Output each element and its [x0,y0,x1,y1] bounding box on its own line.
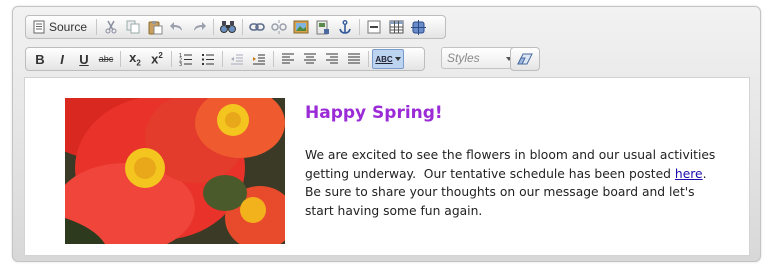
special-char-button[interactable] [407,17,429,37]
styles-placeholder: Styles [447,51,480,65]
bold-button[interactable]: B [29,49,51,69]
align-center-icon [304,53,316,64]
toolbar-separator [120,51,121,67]
strikethrough-label: abc [98,54,114,64]
align-right-icon [326,53,338,64]
toolbar-separator [242,19,243,35]
copy-icon [126,20,140,34]
bulleted-list-button[interactable] [197,49,219,69]
italic-button[interactable]: I [51,49,73,69]
redo-button[interactable] [188,17,210,37]
anchor-button[interactable] [334,17,356,37]
link-button[interactable] [246,17,268,37]
paragraph-line: start having some fun again. [305,203,483,218]
redo-icon [194,22,206,31]
align-left-icon [282,53,294,64]
paste-button[interactable] [144,17,166,37]
undo-button[interactable] [166,17,188,37]
cut-icon [105,20,117,34]
bold-label: B [35,51,45,67]
align-left-button[interactable] [277,49,299,69]
toolbar-row-1: Source [25,15,446,39]
justify-icon [348,53,360,64]
align-center-button[interactable] [299,49,321,69]
flowers-image[interactable] [65,98,285,244]
table-button[interactable] [385,17,407,37]
undo-icon [170,22,182,31]
decrease-indent-icon [231,54,243,65]
increase-indent-icon [253,54,265,65]
superscript-button[interactable]: x2 [146,49,168,69]
paragraph-line: We are excited to see the flowers in blo… [305,148,716,162]
paste-icon [148,20,162,34]
source-button[interactable]: Source [29,17,93,37]
eraser-icon [517,53,533,65]
toolbar-separator [222,51,223,67]
horizontal-rule-button[interactable] [363,17,385,37]
increase-indent-button[interactable] [248,49,270,69]
paragraph-line: getting underway. Our tentative schedule… [305,165,735,184]
flash-icon [316,20,329,34]
find-icon [220,21,236,33]
justify-button[interactable] [343,49,365,69]
body-paragraph: We are excited to see the flowers in blo… [305,146,735,220]
subscript-label: x2 [129,50,141,68]
image-icon [293,20,309,34]
editing-area[interactable]: Happy Spring! We are excited to see the … [24,77,750,256]
underline-button[interactable]: U [73,49,95,69]
flower-photo [65,98,285,244]
source-document-icon [33,20,45,34]
link-trailing: . [702,166,707,181]
unlink-button[interactable] [268,17,290,37]
subscript-button[interactable]: x2 [124,49,146,69]
toolbar-separator [273,51,274,67]
underline-label: U [79,51,89,67]
copy-button[interactable] [122,17,144,37]
horizontal-rule-icon [367,20,381,34]
subscript-mark: 2 [136,58,141,68]
remove-format-button[interactable] [514,49,536,69]
toolbar-row-2-extra [510,47,540,71]
svg-text:3: 3 [179,62,182,66]
italic-label: I [60,51,64,67]
toolbar-separator [96,19,97,35]
align-right-button[interactable] [321,49,343,69]
superscript-mark: 2 [158,51,163,61]
styles-dropdown[interactable]: Styles [441,47,519,69]
headline: Happy Spring! [305,103,443,123]
link-icon [249,23,265,31]
superscript-label: x2 [151,51,163,66]
strikethrough-button[interactable]: abc [95,49,117,69]
flash-button[interactable] [312,17,334,37]
special-char-icon [410,19,426,35]
table-icon [389,20,403,34]
paragraph-line-text: getting underway. Our tentative schedule… [305,166,675,181]
toolbar-separator [359,19,360,35]
spellcheck-button[interactable]: ABC [372,49,404,69]
anchor-icon [339,19,351,34]
numbered-list-icon: 1 2 3 [179,53,192,66]
toolbar-row-2: B I U abc x2 x2 1 2 3 ABC [25,47,425,71]
spellcheck-label: ABC [375,54,393,64]
source-label: Source [49,20,88,34]
chevron-down-icon [394,57,401,61]
decrease-indent-button[interactable] [226,49,248,69]
schedule-link[interactable]: here [675,167,703,181]
rich-text-editor: Source B I U abc x2 x2 1 2 3 ABC Styles … [12,6,761,262]
bulleted-list-icon [202,54,214,65]
paragraph-line: Be sure to share your thoughts on our me… [305,185,695,199]
cut-button[interactable] [100,17,122,37]
numbered-list-button[interactable]: 1 2 3 [175,49,197,69]
unlink-icon [271,20,287,34]
image-button[interactable] [290,17,312,37]
find-button[interactable] [217,17,239,37]
toolbar-separator [213,19,214,35]
toolbar-separator [368,51,369,67]
toolbar-separator [171,51,172,67]
